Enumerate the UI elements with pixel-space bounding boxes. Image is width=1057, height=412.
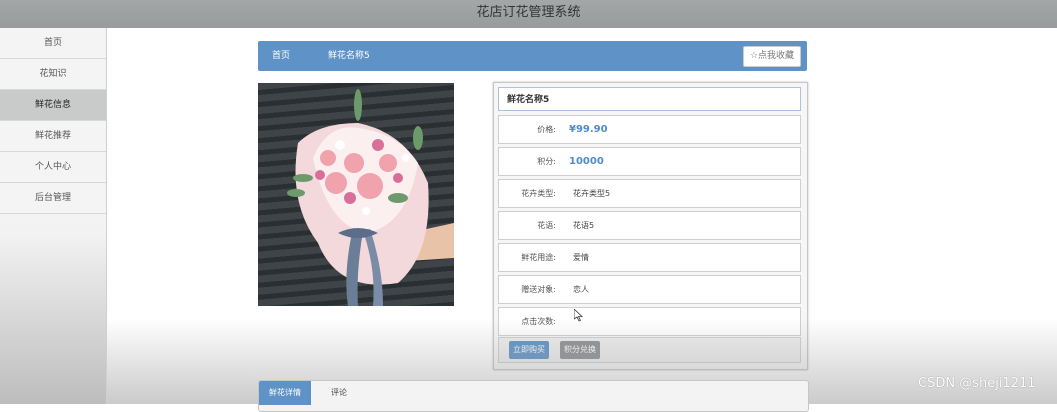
- field-value: 恋人: [573, 285, 589, 294]
- breadcrumb: 首页 鲜花名称5 ☆点我收藏: [258, 41, 807, 71]
- field-usage: 鲜花用途: 爱情: [498, 243, 801, 272]
- field-flower-type: 花卉类型: 花卉类型5: [498, 179, 801, 208]
- app-header: 花店订花管理系统: [0, 0, 1057, 28]
- bouquet-image: [287, 89, 454, 306]
- tab-flower-details[interactable]: 鲜花详情: [259, 381, 311, 405]
- sidebar-item-personal-center[interactable]: 个人中心: [0, 152, 106, 183]
- product-title: 鲜花名称5: [498, 87, 801, 111]
- field-value: 10000: [569, 156, 604, 167]
- field-value: 花卉类型5: [573, 189, 611, 198]
- sidebar-item-admin[interactable]: 后台管理: [0, 183, 106, 214]
- buy-now-button[interactable]: 立即购买: [509, 341, 549, 359]
- breadcrumb-current: 鲜花名称5: [328, 51, 370, 61]
- field-label: 花语:: [537, 221, 556, 230]
- sidebar-item-home[interactable]: 首页: [0, 28, 106, 59]
- field-label: 积分:: [537, 157, 556, 166]
- field-value: 花语5: [573, 221, 595, 230]
- mouse-cursor-icon: [573, 308, 584, 325]
- field-price: 价格: ¥99.90: [498, 115, 801, 144]
- product-detail-panel: 鲜花名称5 价格: ¥99.90 积分: 10000 花卉类型: 花卉类型5 花…: [493, 82, 808, 370]
- sidebar-item-flower-info[interactable]: 鲜花信息: [0, 90, 106, 121]
- sidebar-nav: 首页 花知识 鲜花信息 鲜花推荐 个人中心 后台管理: [0, 28, 107, 404]
- watermark: CSDN @sheji1211: [918, 376, 1036, 391]
- field-click-count: 点击次数:: [498, 307, 801, 336]
- app-title: 花店订花管理系统: [476, 5, 581, 20]
- sidebar-item-flower-recommend[interactable]: 鲜花推荐: [0, 121, 106, 152]
- breadcrumb-home-link[interactable]: 首页: [272, 41, 290, 71]
- detail-tabs: 鲜花详情 评论: [258, 380, 809, 412]
- flower-photo: [258, 83, 454, 306]
- action-bar: 立即购买 积分兑换: [498, 337, 801, 363]
- field-label: 价格:: [537, 125, 556, 134]
- field-label: 点击次数:: [521, 317, 556, 326]
- field-value: 爱情: [573, 253, 589, 262]
- sidebar-item-flower-knowledge[interactable]: 花知识: [0, 59, 106, 90]
- tab-comments[interactable]: 评论: [321, 381, 357, 405]
- field-value: ¥99.90: [569, 124, 608, 135]
- field-points: 积分: 10000: [498, 147, 801, 176]
- favorite-button[interactable]: ☆点我收藏: [742, 46, 801, 67]
- field-label: 花卉类型:: [521, 189, 556, 198]
- field-label: 赠送对象:: [521, 285, 556, 294]
- field-label: 鲜花用途:: [521, 253, 556, 262]
- points-redeem-button[interactable]: 积分兑换: [560, 341, 600, 359]
- field-flower-language: 花语: 花语5: [498, 211, 801, 240]
- field-recipient: 赠送对象: 恋人: [498, 275, 801, 304]
